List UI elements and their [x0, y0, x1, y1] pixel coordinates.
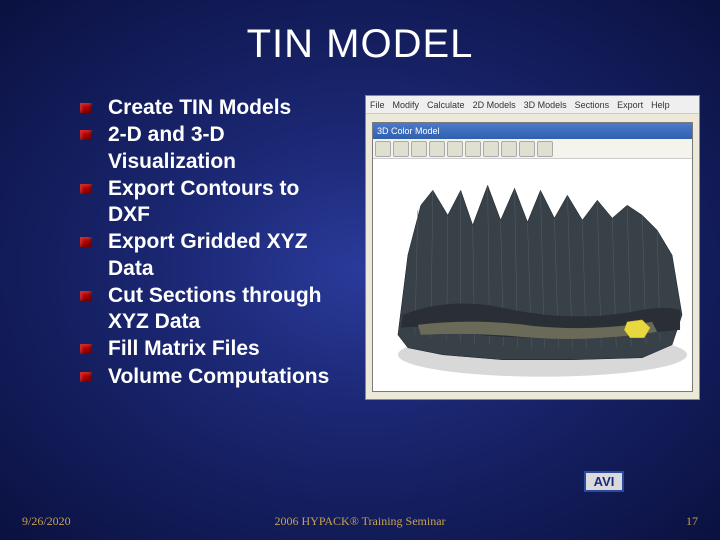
content-area: Create TIN Models 2-D and 3-D Visualizat…	[0, 67, 720, 391]
footer: 9/26/2020 2006 HYPACK® Training Seminar …	[0, 514, 720, 534]
terrain-3d-view	[373, 159, 692, 391]
terrain-graphic	[373, 159, 692, 391]
toolbar-icon	[537, 141, 553, 157]
menu-item: Export	[617, 100, 643, 110]
bullet-list: Create TIN Models 2-D and 3-D Visualizat…	[20, 95, 340, 391]
toolbar-icon	[411, 141, 427, 157]
sub-window: 3D Color Model	[372, 122, 693, 392]
app-window: File Modify Calculate 2D Models 3D Model…	[365, 95, 700, 400]
toolbar-icon	[501, 141, 517, 157]
screenshot-area: File Modify Calculate 2D Models 3D Model…	[348, 95, 700, 391]
footer-center: 2006 HYPACK® Training Seminar	[274, 514, 445, 529]
menu-item: Help	[651, 100, 670, 110]
list-item: Cut Sections through XYZ Data	[80, 283, 340, 336]
menu-item: 2D Models	[473, 100, 516, 110]
list-item: Create TIN Models	[80, 95, 340, 121]
toolbar-icon	[519, 141, 535, 157]
footer-page-number: 17	[686, 514, 698, 529]
slide-title: TIN MODEL	[0, 0, 720, 67]
menu-bar: File Modify Calculate 2D Models 3D Model…	[366, 96, 699, 114]
toolbar-icon	[375, 141, 391, 157]
toolbar-icon	[429, 141, 445, 157]
menu-item: 3D Models	[524, 100, 567, 110]
menu-item: Calculate	[427, 100, 465, 110]
menu-item: Modify	[393, 100, 420, 110]
list-item: Volume Computations	[80, 364, 340, 390]
list-item: Export Gridded XYZ Data	[80, 229, 340, 282]
menu-item: Sections	[575, 100, 610, 110]
toolbar-icon	[465, 141, 481, 157]
menu-item: File	[370, 100, 385, 110]
avi-button[interactable]: AVI	[584, 471, 624, 492]
list-item: Export Contours to DXF	[80, 176, 340, 229]
toolbar-icon	[393, 141, 409, 157]
list-item: Fill Matrix Files	[80, 336, 340, 362]
sub-window-title: 3D Color Model	[373, 123, 692, 139]
toolbar	[373, 139, 692, 159]
toolbar-icon	[447, 141, 463, 157]
list-item: 2-D and 3-D Visualization	[80, 122, 340, 175]
footer-date: 9/26/2020	[22, 514, 71, 529]
toolbar-icon	[483, 141, 499, 157]
